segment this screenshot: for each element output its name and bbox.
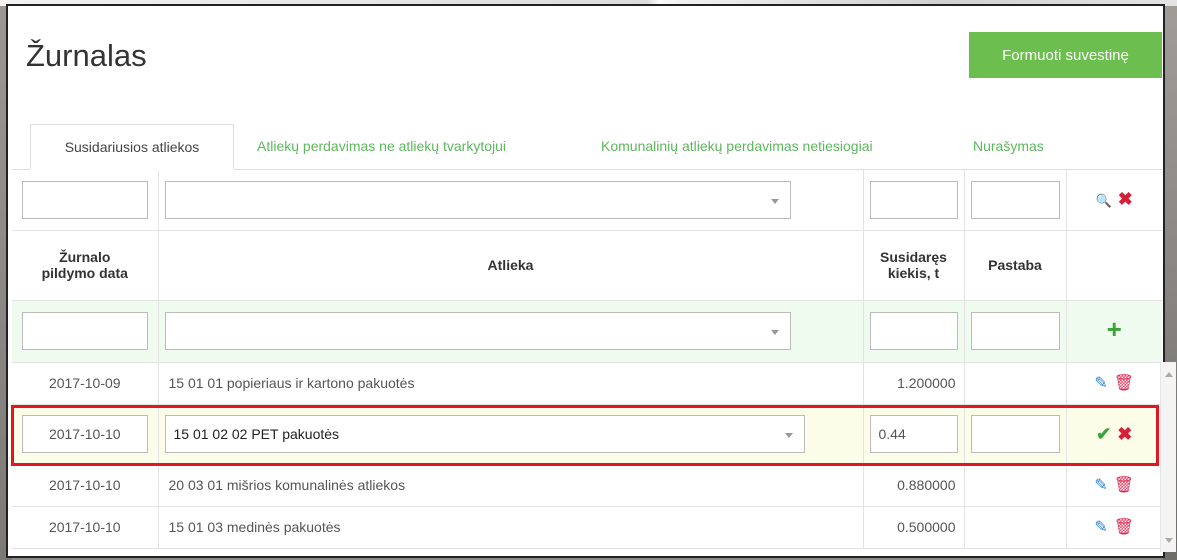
tab-nurasymas[interactable]: Nurašymas bbox=[973, 124, 1044, 170]
column-header-waste[interactable]: Atlieka bbox=[158, 230, 864, 301]
row-date: 2017-10-09 bbox=[12, 362, 159, 405]
tab-susidariusios-atliekos[interactable]: Susidariusios atliekos bbox=[30, 124, 234, 170]
clear-filter-icon[interactable]: ✖ bbox=[1118, 190, 1133, 208]
cancel-x-icon[interactable]: ✖ bbox=[1117, 425, 1132, 443]
filter-quantity-input[interactable] bbox=[869, 180, 958, 219]
scroll-down-arrow-icon[interactable] bbox=[1165, 538, 1173, 543]
generate-summary-button[interactable]: Formuoti suvestinę bbox=[969, 32, 1162, 78]
new-entry-row: + bbox=[12, 300, 1162, 363]
header-row: Žurnalo pildymo data Atlieka Susidaręs k… bbox=[12, 230, 1162, 301]
filter-date-input[interactable] bbox=[22, 180, 148, 219]
chevron-down-icon bbox=[770, 198, 779, 204]
save-check-icon[interactable]: ✔ bbox=[1096, 425, 1111, 443]
edit-waste-select[interactable]: 15 01 02 02 PET pakuotės bbox=[164, 415, 805, 453]
table-row: 2017-10-10 20 03 01 mišrios komunalinės … bbox=[12, 464, 1162, 507]
editing-row: 2017-10-10 15 01 02 02 PET pakuotės 0.44… bbox=[12, 404, 1162, 465]
row-note bbox=[964, 506, 1067, 549]
new-waste-select[interactable] bbox=[164, 312, 791, 350]
new-quantity-input[interactable] bbox=[869, 312, 958, 350]
tab-bar: Susidariusios atliekos Atliekų perdavima… bbox=[12, 124, 1162, 170]
table-scrollbar[interactable] bbox=[1160, 362, 1176, 552]
scroll-up-arrow-icon[interactable] bbox=[1165, 372, 1173, 377]
row-quantity: 1.200000 bbox=[863, 362, 965, 405]
edit-date-input[interactable]: 2017-10-10 bbox=[22, 415, 148, 453]
tab-komunaliniu-atlieku-perdavimas[interactable]: Komunalinių atliekų perdavimas netiesiog… bbox=[601, 124, 873, 170]
edit-pencil-icon[interactable]: ✎ bbox=[1094, 477, 1107, 494]
new-date-input[interactable] bbox=[22, 312, 148, 350]
row-quantity: 0.500000 bbox=[863, 506, 965, 549]
row-waste: 15 01 01 popieriaus ir kartono pakuotės bbox=[158, 362, 864, 405]
add-row-plus-icon[interactable]: + bbox=[1107, 316, 1122, 342]
chevron-down-icon bbox=[784, 433, 793, 438]
row-note bbox=[964, 362, 1067, 405]
table-row: 2017-10-09 15 01 01 popieriaus ir karton… bbox=[12, 362, 1162, 405]
column-header-note[interactable]: Pastaba bbox=[964, 230, 1067, 301]
row-note bbox=[964, 464, 1067, 507]
edit-pencil-icon[interactable]: ✎ bbox=[1094, 519, 1107, 536]
page-title: Žurnalas bbox=[26, 38, 147, 73]
row-date: 2017-10-10 bbox=[12, 506, 159, 549]
edit-pencil-icon[interactable]: ✎ bbox=[1094, 375, 1107, 392]
delete-trash-icon[interactable]: 🗑 bbox=[1114, 477, 1134, 494]
new-note-input[interactable] bbox=[970, 312, 1060, 350]
tab-atlieku-perdavimas[interactable]: Atliekų perdavimas ne atliekų tvarkytoju… bbox=[257, 124, 506, 170]
table-row: 2017-10-10 15 01 03 medinės pakuotės 0.5… bbox=[12, 506, 1162, 549]
chevron-down-icon bbox=[770, 330, 779, 335]
delete-trash-icon[interactable]: 🗑 bbox=[1114, 519, 1134, 536]
magnifier-icon[interactable]: 🔍 bbox=[1096, 193, 1112, 209]
column-header-date[interactable]: Žurnalo pildymo data bbox=[12, 230, 159, 301]
filter-row: 🔍 ✖ bbox=[12, 170, 1162, 231]
edit-note-input[interactable] bbox=[970, 415, 1060, 453]
journal-table: 🔍 ✖ Žurnalo pildymo data Atlieka Susidarę… bbox=[12, 170, 1162, 549]
filter-note-input[interactable] bbox=[970, 180, 1060, 219]
row-waste: 15 01 03 medinės pakuotės bbox=[158, 506, 864, 549]
delete-trash-icon[interactable]: 🗑 bbox=[1114, 375, 1134, 392]
edit-quantity-input[interactable]: 0.44 bbox=[869, 415, 958, 453]
row-waste: 20 03 01 mišrios komunalinės atliekos bbox=[158, 464, 864, 507]
row-quantity: 0.880000 bbox=[863, 464, 965, 507]
row-date: 2017-10-10 bbox=[12, 464, 159, 507]
column-header-quantity[interactable]: Susidaręs kiekis, t bbox=[863, 230, 965, 301]
filter-waste-select[interactable] bbox=[164, 180, 791, 219]
column-header-actions bbox=[1066, 230, 1162, 301]
